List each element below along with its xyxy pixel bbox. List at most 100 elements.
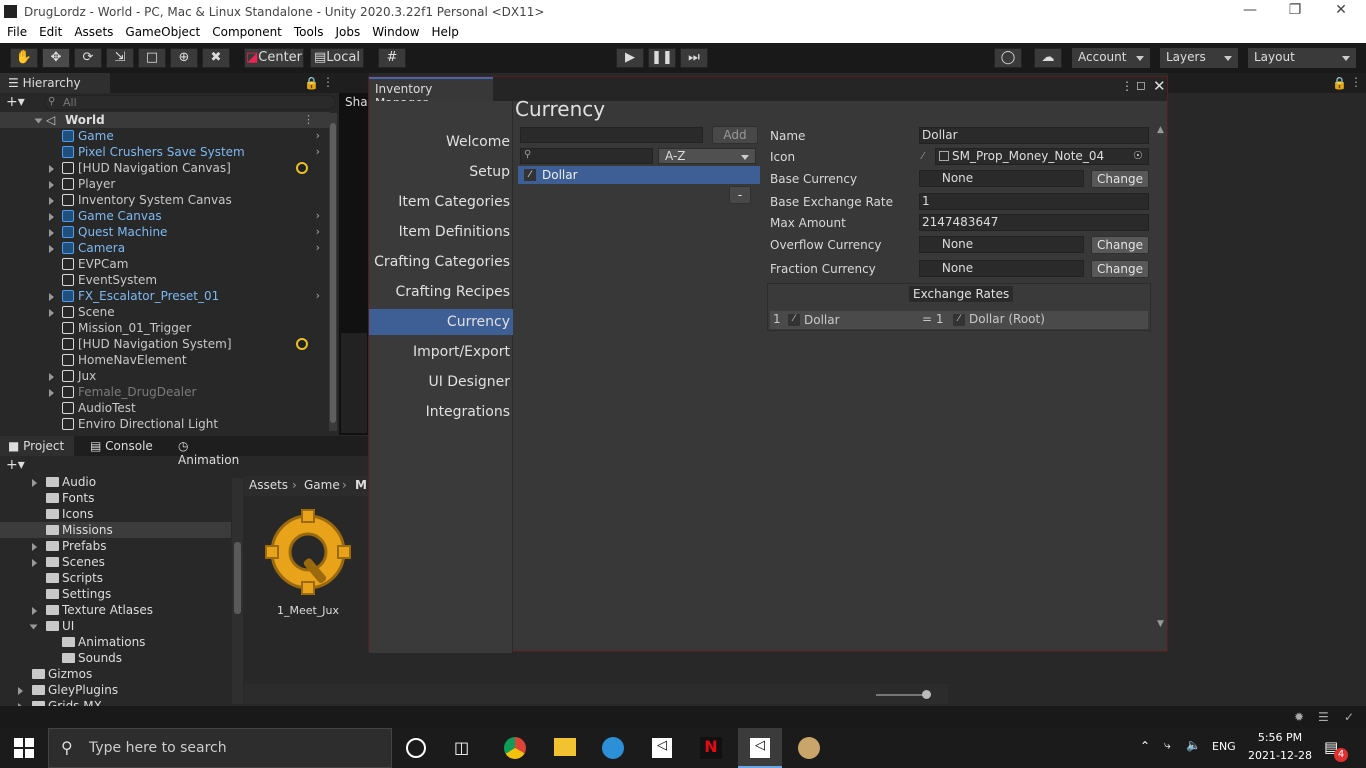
remove-button[interactable]: -: [729, 186, 751, 204]
hierarchy-item[interactable]: Enviro Directional Light: [0, 416, 330, 432]
breadcrumb-assets[interactable]: Assets: [249, 478, 288, 492]
hierarchy-item[interactable]: HomeNavElement: [0, 352, 330, 368]
hierarchy-item[interactable]: Game ›: [0, 128, 330, 144]
sidebar-item-currency[interactable]: Currency: [369, 309, 513, 335]
fold-closed-icon[interactable]: [49, 293, 54, 301]
tab-console[interactable]: ▤ Console: [82, 436, 168, 456]
tab-animation[interactable]: ◷ Animation: [170, 436, 260, 467]
list-search-input[interactable]: [520, 148, 653, 164]
menu-window[interactable]: Window: [365, 24, 424, 39]
menu-jobs[interactable]: Jobs: [328, 24, 365, 39]
tab-inventory-manager[interactable]: Inventory Manager: [369, 77, 493, 110]
project-folder-item[interactable]: Scenes: [0, 554, 231, 570]
hierarchy-item[interactable]: EVPCam: [0, 256, 330, 272]
taskbar-search-input[interactable]: ⚲ Type here to search: [48, 728, 392, 768]
more-icon[interactable]: ⋮: [1350, 75, 1362, 89]
scene-row[interactable]: ◁ World ⋮: [0, 112, 330, 128]
fold-closed-icon[interactable]: [32, 607, 37, 615]
pivot-local-button[interactable]: ▤Local: [310, 48, 364, 68]
wifi-icon[interactable]: ⤷: [1164, 738, 1171, 753]
volume-icon[interactable]: 🔈: [1186, 738, 1201, 752]
collab-icon[interactable]: ◯: [994, 48, 1022, 68]
account-dropdown[interactable]: Account: [1072, 48, 1150, 68]
scale-tool-icon[interactable]: ⇲: [106, 48, 134, 68]
add-icon[interactable]: +▾: [6, 457, 25, 473]
unity-hub-icon[interactable]: ◁: [652, 738, 672, 758]
chevron-right-icon[interactable]: ›: [316, 224, 320, 240]
grid-snap-icon[interactable]: #: [378, 48, 406, 68]
fold-closed-icon[interactable]: [32, 479, 37, 487]
overflow-currency-field[interactable]: None: [919, 236, 1084, 253]
scroll-up-icon[interactable]: ▲: [1157, 125, 1164, 135]
breadcrumb-game[interactable]: Game: [304, 478, 340, 492]
custom-tool-icon[interactable]: ✖: [202, 48, 230, 68]
hierarchy-item[interactable]: Inventory System Canvas: [0, 192, 330, 208]
breadcrumb-missions[interactable]: M: [355, 478, 367, 492]
pause-icon[interactable]: ❚❚: [648, 48, 676, 68]
fold-closed-icon[interactable]: [32, 543, 37, 551]
project-folder-item[interactable]: Settings: [0, 586, 231, 602]
new-currency-input[interactable]: [520, 127, 703, 143]
fold-open-icon[interactable]: [34, 118, 43, 124]
scroll-down-icon[interactable]: ▼: [1157, 619, 1164, 629]
change-fraction-button[interactable]: Change: [1091, 260, 1149, 278]
project-folder-item[interactable]: Sounds: [0, 650, 231, 666]
hierarchy-item[interactable]: Camera ›: [0, 240, 330, 256]
move-tool-icon[interactable]: ✥: [42, 48, 70, 68]
chevron-up-icon[interactable]: ⌃: [1140, 739, 1150, 753]
check-icon[interactable]: ✓: [1344, 710, 1354, 724]
unity-editor-taskbar-button[interactable]: ◁: [738, 728, 782, 768]
fold-closed-icon[interactable]: [49, 245, 54, 253]
change-overflow-button[interactable]: Change: [1091, 236, 1149, 254]
menu-assets[interactable]: Assets: [67, 24, 118, 39]
project-folder-item[interactable]: Gizmos: [0, 666, 231, 682]
change-base-button[interactable]: Change: [1091, 170, 1149, 188]
cortana-icon[interactable]: [406, 738, 426, 758]
maximize-icon[interactable]: ◻: [1136, 78, 1146, 92]
zoom-slider-thumb[interactable]: [922, 690, 931, 699]
sidebar-item-welcome[interactable]: Welcome: [369, 129, 513, 155]
transform-tool-icon[interactable]: ⊕: [170, 48, 198, 68]
close-icon[interactable]: ✕: [1153, 77, 1166, 95]
sidebar-item-crafting-categories[interactable]: Crafting Categories: [369, 249, 513, 275]
quest-asset-icon[interactable]: [264, 508, 352, 596]
fold-closed-icon[interactable]: [49, 229, 54, 237]
add-icon[interactable]: +▾: [6, 94, 25, 110]
project-folder-item[interactable]: Scripts: [0, 570, 231, 586]
fold-closed-icon[interactable]: [49, 165, 54, 173]
sidebar-item-crafting-recipes[interactable]: Crafting Recipes: [369, 279, 513, 305]
zoom-slider[interactable]: [876, 694, 926, 696]
edge-icon[interactable]: [602, 737, 624, 759]
chevron-right-icon[interactable]: ›: [316, 144, 320, 160]
base-currency-field[interactable]: None: [919, 170, 1084, 187]
fold-closed-icon[interactable]: [49, 389, 54, 397]
hierarchy-search-input[interactable]: All: [44, 95, 336, 110]
hand-tool-icon[interactable]: ✋: [10, 48, 38, 68]
name-field[interactable]: Dollar: [919, 127, 1149, 144]
fold-closed-icon[interactable]: [32, 559, 37, 567]
hierarchy-item[interactable]: [HUD Navigation System]: [0, 336, 330, 352]
tab-project[interactable]: ■ Project: [0, 436, 74, 456]
hierarchy-item[interactable]: Pixel Crushers Save System ›: [0, 144, 330, 160]
layout-dropdown[interactable]: Layout: [1248, 48, 1356, 68]
fold-closed-icon[interactable]: [49, 213, 54, 221]
hierarchy-item[interactable]: Player: [0, 176, 330, 192]
play-icon[interactable]: ▶: [616, 48, 644, 68]
project-folder-item[interactable]: UI: [0, 618, 231, 634]
sidebar-item-import-export[interactable]: Import/Export: [369, 339, 513, 365]
layers-dropdown[interactable]: Layers: [1160, 48, 1238, 68]
fold-open-icon[interactable]: [29, 624, 38, 630]
menu-component[interactable]: Component: [205, 24, 287, 39]
sidebar-item-setup[interactable]: Setup: [369, 159, 513, 185]
fold-closed-icon[interactable]: [18, 687, 23, 695]
project-folder-item[interactable]: Prefabs: [0, 538, 231, 554]
lock-icon[interactable]: 🔒: [1332, 76, 1347, 90]
object-picker-icon[interactable]: ☉: [1133, 149, 1143, 162]
netflix-icon[interactable]: N: [700, 737, 722, 759]
scroll-thumb[interactable]: [234, 542, 241, 614]
fraction-currency-field[interactable]: None: [919, 260, 1084, 277]
hierarchy-item[interactable]: AudioTest: [0, 400, 330, 416]
paint-icon[interactable]: [798, 737, 820, 759]
scene-tab[interactable]: Sha: [345, 95, 368, 109]
sort-dropdown[interactable]: A-Z: [658, 148, 756, 164]
